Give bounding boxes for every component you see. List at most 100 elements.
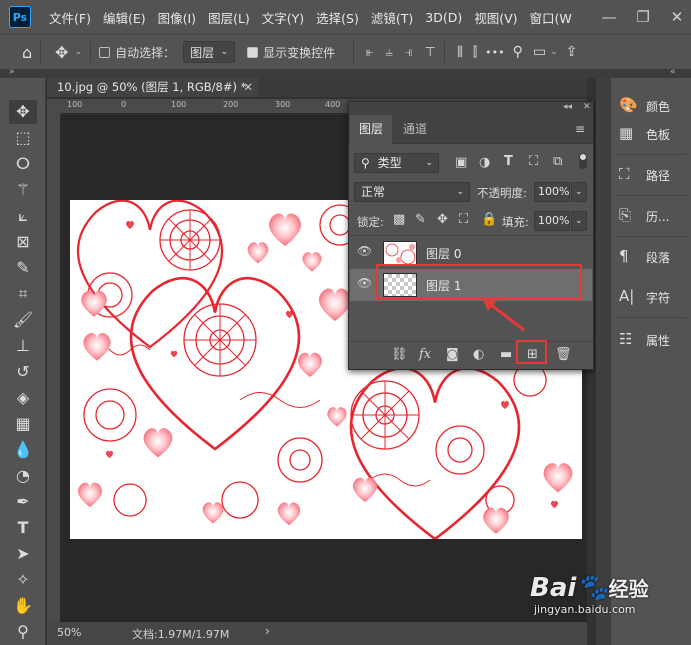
zoom-level[interactable]: 50% bbox=[57, 626, 81, 639]
lock-all-icon[interactable]: 🔒 bbox=[481, 212, 497, 227]
lock-image-icon[interactable]: ✎ bbox=[415, 212, 426, 227]
marquee-tool-icon[interactable]: ⬚ bbox=[9, 126, 37, 150]
link-layers-icon[interactable]: ⛓ bbox=[391, 347, 408, 362]
menu-select[interactable]: 选择(S) bbox=[316, 8, 359, 27]
close-panel-icon[interactable]: ✕ bbox=[583, 102, 591, 112]
search-icon[interactable]: ⚲ bbox=[513, 44, 523, 60]
menu-layer[interactable]: 图层(L) bbox=[208, 8, 250, 27]
dock-paths[interactable]: ⛶ 路径 bbox=[619, 163, 691, 187]
pen-tool-icon[interactable]: ✒ bbox=[9, 490, 37, 514]
more-options-icon[interactable]: ••• bbox=[485, 46, 504, 59]
filter-type-icon[interactable]: T bbox=[504, 154, 513, 169]
type-tool-icon[interactable]: T bbox=[9, 516, 37, 540]
tools-panel: ✥ ⬚ ⵔ ⚚ ⟀ ⊠ ✎ ⌗ 🖌 ⊥ ↺ ◈ ▦ 💧 ◔ ✒ T ➤ ✧ ✋ … bbox=[0, 78, 46, 645]
history-brush-tool-icon[interactable]: ↺ bbox=[9, 360, 37, 384]
opacity-field[interactable]: 100% bbox=[534, 182, 570, 202]
blur-tool-icon[interactable]: 💧 bbox=[9, 438, 37, 462]
document-tab[interactable]: 10.jpg @ 50% (图层 1, RGB/8#) * ✕ bbox=[47, 78, 259, 97]
blend-mode-dropdown[interactable]: 正常 ⌄ bbox=[354, 182, 470, 202]
visibility-eye-icon[interactable]: 👁 bbox=[357, 244, 372, 258]
layer-name[interactable]: 图层 0 bbox=[426, 245, 461, 262]
filter-shape-icon[interactable]: ⛶ bbox=[529, 154, 538, 169]
close-icon[interactable]: ✕ bbox=[669, 8, 685, 26]
menu-filter[interactable]: 滤镜(T) bbox=[371, 8, 413, 27]
menu-view[interactable]: 视图(V) bbox=[474, 8, 517, 27]
tab-channels[interactable]: 通道 bbox=[403, 115, 433, 144]
menu-file[interactable]: 文件(F) bbox=[49, 8, 91, 27]
brush-tool-icon[interactable]: 🖌 bbox=[9, 308, 37, 332]
zoom-tool-icon[interactable]: ⚲ bbox=[9, 620, 37, 644]
home-icon[interactable]: ⌂ bbox=[22, 43, 32, 62]
opacity-slider-toggle[interactable]: ⌄ bbox=[571, 182, 587, 202]
tab-layers[interactable]: 图层 bbox=[350, 115, 392, 144]
magic-wand-tool-icon[interactable]: ⚚ bbox=[9, 178, 37, 202]
add-mask-icon[interactable]: ◙ bbox=[446, 347, 459, 362]
path-selection-tool-icon[interactable]: ➤ bbox=[9, 542, 37, 566]
healing-brush-tool-icon[interactable]: ⌗ bbox=[9, 282, 37, 306]
adjustment-layer-icon[interactable]: ◐ bbox=[473, 347, 484, 362]
chevron-down-icon: ⌄ bbox=[425, 158, 433, 168]
menu-type[interactable]: 文字(Y) bbox=[262, 8, 304, 27]
hand-tool-icon[interactable]: ✋ bbox=[9, 594, 37, 618]
distribute-center-icon[interactable]: ⫿ bbox=[473, 45, 477, 60]
chevron-right-icon[interactable]: › bbox=[265, 624, 270, 638]
auto-select-checkbox[interactable] bbox=[99, 46, 111, 58]
align-right-icon[interactable]: ⫣ bbox=[405, 45, 413, 60]
frame-tool-icon[interactable]: ⊠ bbox=[9, 230, 37, 254]
crop-tool-icon[interactable]: ⟀ bbox=[9, 204, 37, 228]
menu-3d[interactable]: 3D(D) bbox=[425, 10, 462, 25]
menu-window[interactable]: 窗口(W bbox=[530, 8, 572, 27]
eyedropper-tool-icon[interactable]: ✎ bbox=[9, 256, 37, 280]
new-group-icon[interactable]: ▬ bbox=[500, 347, 512, 362]
move-tool-icon[interactable]: ✥ bbox=[55, 43, 68, 62]
tool-preset-chevron-icon[interactable]: ⌄ bbox=[75, 47, 83, 57]
visibility-eye-icon[interactable]: 👁 bbox=[357, 276, 372, 290]
dock-swatches[interactable]: ▦ 色板 bbox=[619, 122, 691, 146]
menu-image[interactable]: 图像(I) bbox=[158, 8, 196, 27]
panel-menu-icon[interactable]: ≡ bbox=[575, 122, 585, 136]
show-transform-checkbox[interactable] bbox=[247, 46, 259, 58]
panel-title-bar[interactable]: ◂◂ ✕ bbox=[349, 102, 593, 115]
dock-character[interactable]: A| 字符 bbox=[619, 285, 691, 309]
eraser-tool-icon[interactable]: ◈ bbox=[9, 386, 37, 410]
layer-filter-dropdown[interactable]: ⚲ 类型 ⌄ bbox=[354, 153, 439, 173]
align-top-icon[interactable]: ⊤ bbox=[425, 45, 436, 60]
align-left-icon[interactable]: ⫦ bbox=[366, 45, 373, 60]
filter-smart-object-icon[interactable]: ⧉ bbox=[553, 154, 562, 169]
filter-adjustment-icon[interactable]: ◑ bbox=[479, 155, 490, 170]
share-icon[interactable]: ⇪ bbox=[566, 44, 578, 60]
layers-panel: ◂◂ ✕ 图层 通道 ≡ ⚲ 类型 ⌄ ▣ ◑ T ⛶ ⧉ 正常 ⌄ 不透明度:… bbox=[348, 101, 594, 370]
lasso-tool-icon[interactable]: ⵔ bbox=[9, 152, 37, 176]
dodge-tool-icon[interactable]: ◔ bbox=[9, 464, 37, 488]
workspace-icon[interactable]: ▭ bbox=[533, 44, 546, 60]
dock-properties[interactable]: ☷ 属性 bbox=[619, 328, 691, 352]
move-tool-icon[interactable]: ✥ bbox=[9, 100, 37, 124]
dock-history[interactable]: ⎘ 历... bbox=[619, 204, 691, 228]
clone-stamp-tool-icon[interactable]: ⊥ bbox=[9, 334, 37, 358]
lock-transparent-icon[interactable]: ▩ bbox=[393, 212, 405, 227]
expand-toolbar-icon[interactable]: » bbox=[9, 67, 15, 77]
collapse-panel-icon[interactable]: ◂◂ bbox=[563, 102, 572, 112]
workspace-chevron-icon[interactable]: ⌄ bbox=[550, 47, 558, 57]
menu-edit[interactable]: 编辑(E) bbox=[103, 8, 146, 27]
lock-artboard-icon[interactable]: ⛶ bbox=[459, 212, 468, 227]
gradient-tool-icon[interactable]: ▦ bbox=[9, 412, 37, 436]
filter-pixel-icon[interactable]: ▣ bbox=[455, 155, 467, 170]
close-icon[interactable]: ✕ bbox=[243, 78, 253, 97]
restore-icon[interactable]: ❐ bbox=[635, 8, 651, 26]
align-hcenter-icon[interactable]: ⫨ bbox=[385, 45, 392, 60]
dock-paragraph[interactable]: ¶ 段落 bbox=[619, 245, 691, 269]
filter-toggle-knob bbox=[580, 154, 586, 160]
collapse-dock-icon[interactable]: « bbox=[670, 67, 676, 77]
baidu-watermark: Bai🐾经验 jingyan.baidu.com bbox=[530, 574, 649, 616]
fill-field[interactable]: 100% bbox=[534, 211, 570, 231]
fill-slider-toggle[interactable]: ⌄ bbox=[571, 211, 587, 231]
distribute-icon[interactable]: ⫼ bbox=[457, 45, 463, 60]
fx-icon[interactable]: fx bbox=[419, 347, 431, 362]
auto-select-target-dropdown[interactable]: 图层 ⌄ bbox=[183, 41, 236, 63]
shape-tool-icon[interactable]: ✧ bbox=[9, 568, 37, 592]
minimize-icon[interactable]: — bbox=[601, 8, 617, 26]
delete-layer-icon[interactable]: 🗑 bbox=[555, 347, 572, 362]
dock-color[interactable]: 🎨 颜色 bbox=[619, 94, 691, 118]
lock-position-icon[interactable]: ✥ bbox=[437, 212, 448, 227]
